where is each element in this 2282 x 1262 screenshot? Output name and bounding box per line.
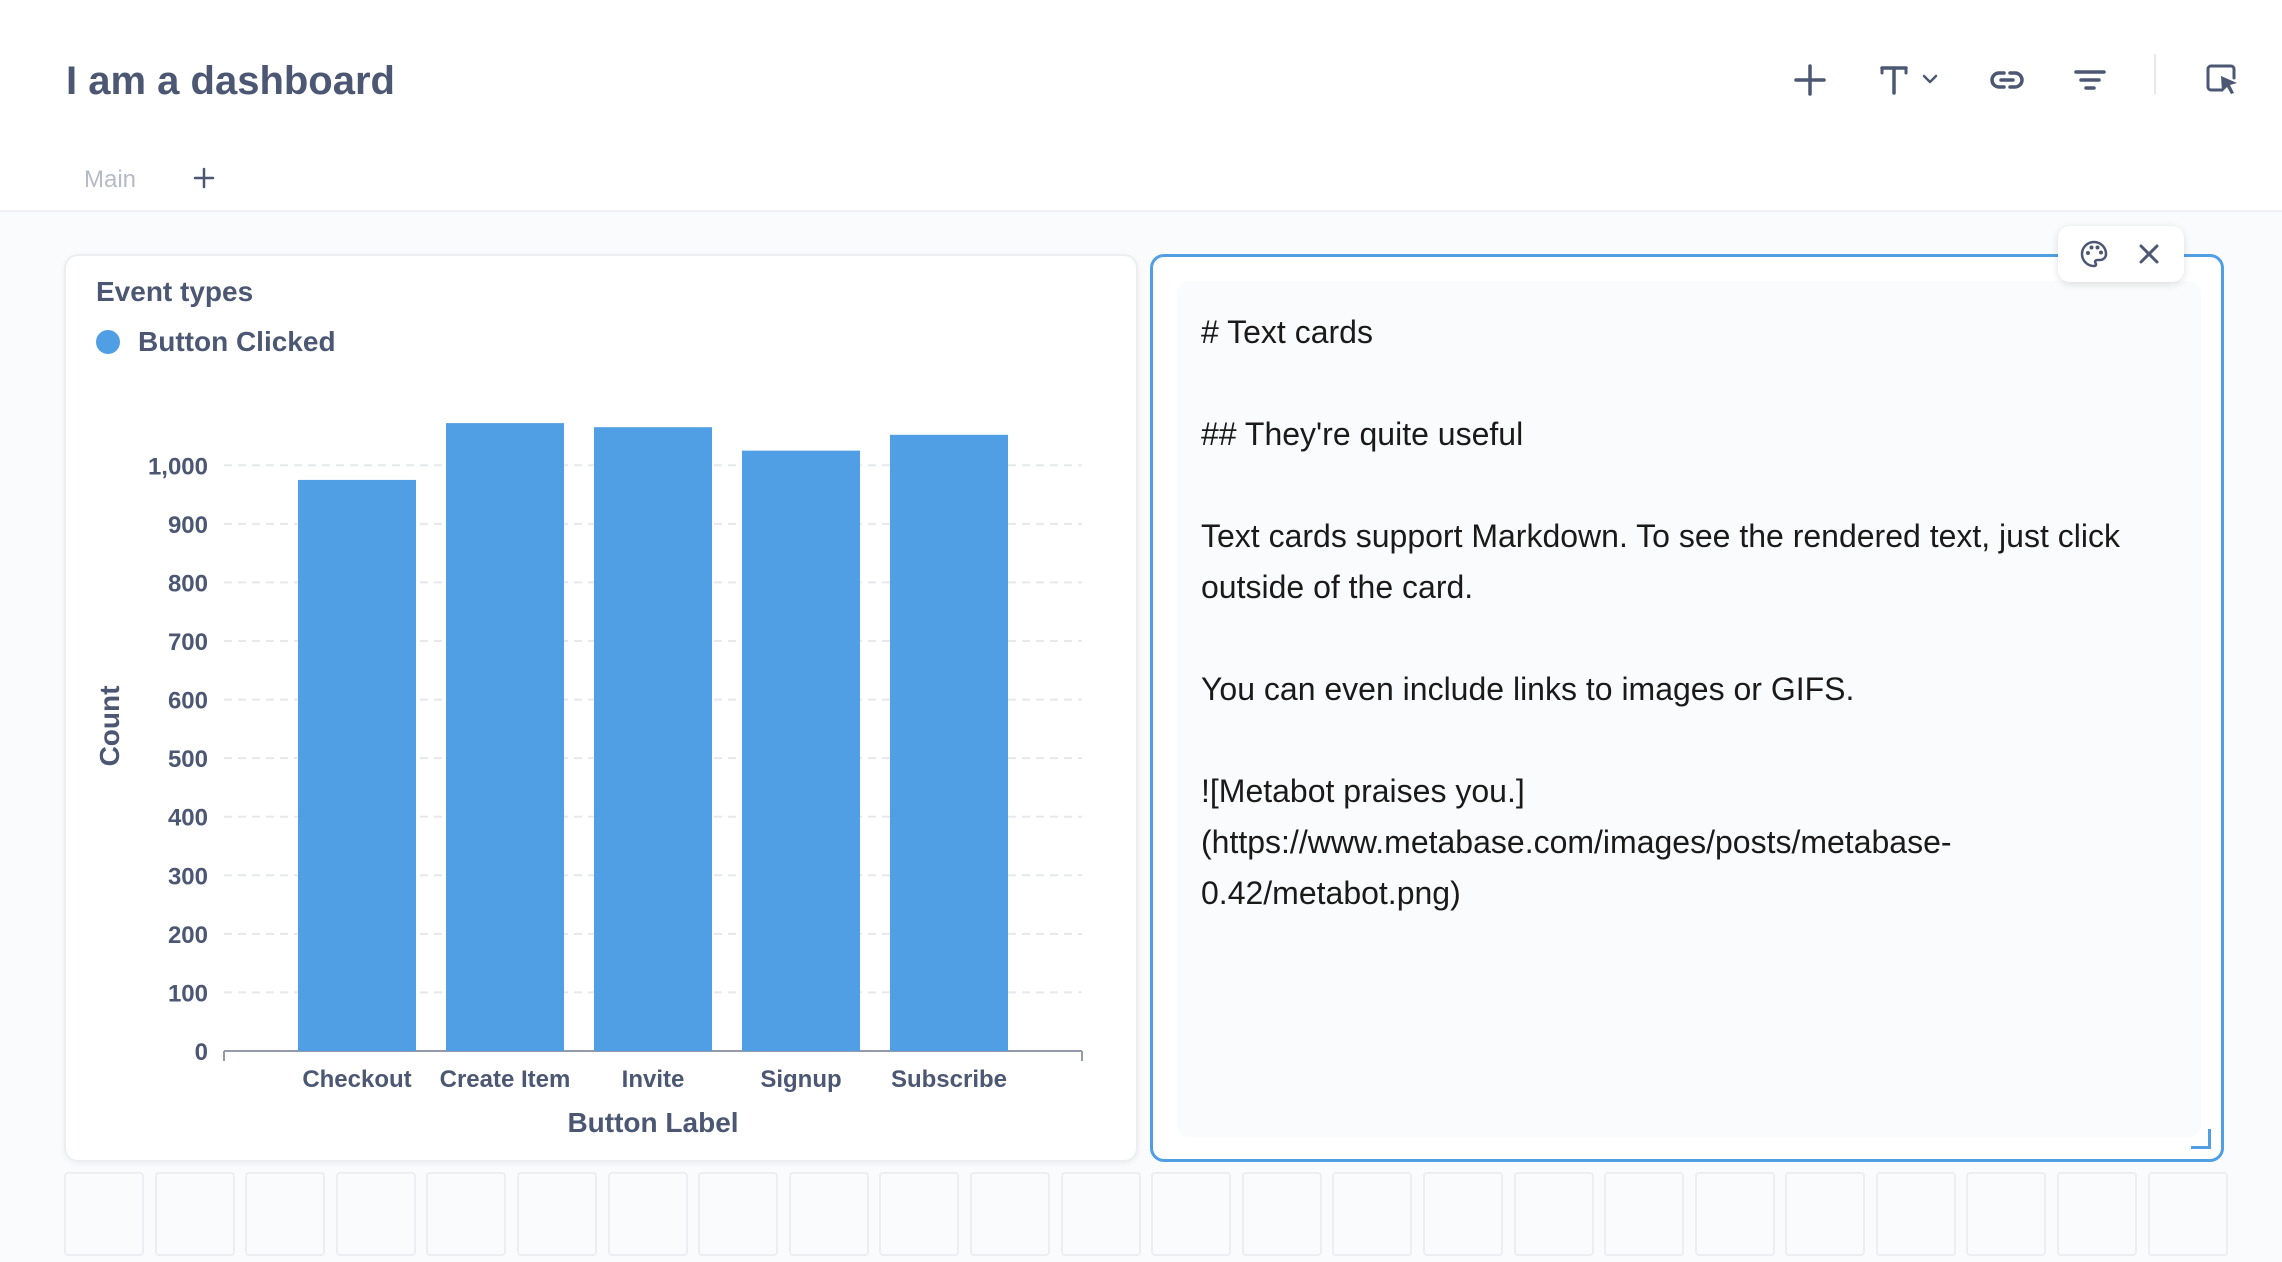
grid-cell	[879, 1172, 960, 1256]
toolbar-divider	[2154, 54, 2156, 94]
x-tick-label: Create Item	[440, 1066, 571, 1093]
y-tick-label: 800	[168, 570, 208, 597]
grid-cell	[426, 1172, 507, 1256]
grid-cell	[1422, 1172, 1503, 1256]
grid-cell	[1875, 1172, 1956, 1256]
x-axis-title: Button Label	[567, 1107, 738, 1138]
grid-cell	[788, 1172, 869, 1256]
grid-cell	[1694, 1172, 1775, 1256]
grid-cell	[1785, 1172, 1866, 1256]
resize-handle[interactable]	[2191, 1129, 2211, 1149]
grid-cell	[516, 1172, 597, 1256]
text-card-editor[interactable]: # Text cards ## They're quite useful Tex…	[1177, 281, 2201, 1137]
grid-cell	[1241, 1172, 1322, 1256]
x-tick-label: Signup	[760, 1066, 841, 1093]
text-icon	[1880, 66, 1938, 95]
grid-cell	[1604, 1172, 1685, 1256]
grid-cell	[2057, 1172, 2138, 1256]
grid-cell	[1332, 1172, 1413, 1256]
grid-cell	[1060, 1172, 1141, 1256]
add-link-button[interactable]	[1979, 52, 2035, 108]
plus-icon	[1794, 64, 1826, 96]
y-tick-label: 200	[168, 922, 208, 949]
card-actions	[2058, 226, 2184, 282]
grid-cell	[154, 1172, 235, 1256]
bar-chart: 0 100 200 300 400 500 600 700 800 900 1,000 Checkou…	[94, 423, 1083, 1138]
y-tick-label: 700	[168, 629, 208, 656]
y-tick-label: 300	[168, 863, 208, 890]
bar	[594, 427, 712, 1051]
bar	[298, 479, 416, 1051]
grid-cell	[607, 1172, 688, 1256]
plus-icon	[193, 167, 215, 189]
y-tick-label: 400	[168, 805, 208, 832]
text-card[interactable]: # Text cards ## They're quite useful Tex…	[1150, 254, 2224, 1162]
bar	[890, 434, 1008, 1051]
grid-cell	[245, 1172, 326, 1256]
link-icon	[1990, 71, 2024, 89]
y-tick-label: 900	[168, 512, 208, 539]
x-tick-label: Subscribe	[891, 1066, 1007, 1093]
grid-cell	[1151, 1172, 1232, 1256]
dashboard-header: I am a dashboard Main	[0, 0, 2282, 212]
y-axis-title: Count	[94, 686, 125, 767]
markdown-text[interactable]: # Text cards ## They're quite useful Tex…	[1201, 307, 2161, 919]
grid-cell	[969, 1172, 1050, 1256]
grid-cell	[1966, 1172, 2047, 1256]
remove-card-button[interactable]	[2127, 232, 2171, 276]
bar	[742, 450, 860, 1052]
x-tick-label: Checkout	[302, 1066, 411, 1093]
edit-selection-icon	[2206, 64, 2237, 94]
tab-main[interactable]: Main	[84, 162, 136, 198]
y-tick-label: 0	[195, 1039, 208, 1066]
add-text-button[interactable]	[1876, 52, 1946, 108]
visualization-settings-button[interactable]	[2072, 232, 2116, 276]
add-tab-button[interactable]	[186, 158, 222, 198]
grid-cell	[1513, 1172, 1594, 1256]
y-tick-label: 500	[168, 746, 208, 773]
y-tick-label: 100	[168, 980, 208, 1007]
bar	[446, 423, 564, 1052]
y-tick-label: 600	[168, 688, 208, 715]
filter-icon	[2074, 70, 2106, 90]
add-question-button[interactable]	[1782, 52, 1838, 108]
grid-cell	[64, 1172, 144, 1256]
x-tick-label: Invite	[622, 1066, 685, 1093]
y-tick-label: 1,000	[148, 453, 208, 480]
grid-cell	[698, 1172, 779, 1256]
close-icon	[2139, 244, 2158, 264]
add-filter-button[interactable]	[2062, 52, 2118, 108]
edit-selection-button[interactable]	[2194, 52, 2250, 108]
grid-cell	[335, 1172, 416, 1256]
dashboard-grid-placeholder	[64, 1172, 2238, 1258]
dashboard-title[interactable]: I am a dashboard	[66, 56, 395, 106]
chart-card[interactable]: Event types Button Clicked 0 100 200 300 400…	[64, 254, 1138, 1162]
palette-icon	[2080, 240, 2107, 268]
grid-cell	[2147, 1172, 2228, 1256]
